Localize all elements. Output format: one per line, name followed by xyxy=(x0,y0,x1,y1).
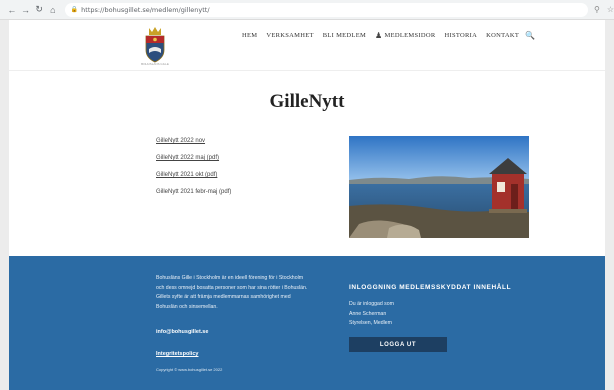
zoom-icon[interactable]: ⚲ xyxy=(594,5,600,14)
star-icon[interactable]: ☆ xyxy=(607,5,614,14)
gillenytt-link-list: GilleNytt 2022 nov GilleNytt 2022 maj (p… xyxy=(156,138,231,206)
forward-arrow-icon[interactable]: → xyxy=(20,3,32,17)
search-icon[interactable]: 🔍 xyxy=(525,31,535,40)
gille-logo[interactable] xyxy=(139,26,171,64)
url-text: https://bohusgillet.se/medlem/gillenytt/ xyxy=(81,5,210,14)
gillenytt-link[interactable]: GilleNytt 2021 okt (pdf) xyxy=(156,172,231,178)
site-footer: Bohusläns Gille i Stockholm är en ideell… xyxy=(9,256,605,390)
login-line: Du är inloggad som xyxy=(349,301,394,307)
menu-item-bli-medlem[interactable]: BLI MEDLEM xyxy=(323,32,366,39)
web-page: BOHUSLÄNS GILLE HEM VERKSAMHET BLI MEDLE… xyxy=(9,20,605,390)
browser-toolbar: ← → ↻ ⌂ 🔒 https://bohusgillet.se/medlem/… xyxy=(0,0,614,20)
person-icon: ♟ xyxy=(375,31,383,40)
privacy-policy-link[interactable]: Integritetspolicy xyxy=(156,351,198,357)
login-heading: INLOGGNING MEDLEMSSKYDDAT INNEHÅLL xyxy=(349,284,512,291)
menu-item-hem[interactable]: HEM xyxy=(242,32,257,39)
menu-item-medlemsidor[interactable]: ♟ MEDLEMSIDOR xyxy=(375,31,435,40)
copyright-text: Copyright © www.bohusgillet.se 2022 xyxy=(156,367,223,372)
site-header: BOHUSLÄNS GILLE HEM VERKSAMHET BLI MEDLE… xyxy=(9,20,605,71)
page-title: GilleNytt xyxy=(269,91,345,112)
about-line: och dess omnejd bosatta personer som har… xyxy=(156,284,308,291)
login-line: Styrelsen, Medlem xyxy=(349,320,392,327)
menu-item-historia[interactable]: HISTORIA xyxy=(445,32,478,39)
about-line: Bohuslän och sinsemellan. xyxy=(156,303,218,310)
about-line: Gillets syfte är att främja medlemmarnas… xyxy=(156,294,291,301)
coastal-photo xyxy=(349,136,529,238)
main-menu: HEM VERKSAMHET BLI MEDLEM ♟ MEDLEMSIDOR … xyxy=(242,31,535,40)
login-status: Du är inloggad som Anne Scherman Styrels… xyxy=(349,300,394,329)
main-content: GilleNytt GilleNytt 2022 nov GilleNytt 2… xyxy=(9,72,605,256)
logo-caption: BOHUSLÄNS GILLE xyxy=(141,62,169,66)
about-line: Bohusläns Gille i Stockholm är en ideell… xyxy=(156,275,304,281)
gillenytt-link[interactable]: GilleNytt 2022 nov xyxy=(156,138,231,144)
menu-item-verksamhet[interactable]: VERKSAMHET xyxy=(266,32,313,39)
gillenytt-link[interactable]: GilleNytt 2021 febr-maj (pdf) xyxy=(156,189,231,195)
home-icon[interactable]: ⌂ xyxy=(47,3,59,17)
logout-button[interactable]: LOGGA UT xyxy=(349,337,447,352)
menu-item-kontakt[interactable]: KONTAKT xyxy=(486,32,519,39)
reload-icon[interactable]: ↻ xyxy=(33,3,45,17)
gillenytt-link[interactable]: GilleNytt 2022 maj (pdf) xyxy=(156,155,231,161)
email-link[interactable]: info@bohusgillet.se xyxy=(156,329,208,335)
about-text: Bohusläns Gille i Stockholm är en ideell… xyxy=(156,274,326,312)
lock-icon: 🔒 xyxy=(70,7,79,13)
address-bar[interactable]: 🔒 https://bohusgillet.se/medlem/gillenyt… xyxy=(64,2,588,17)
menu-item-medlemsidor-label: MEDLEMSIDOR xyxy=(384,32,436,39)
login-line: Anne Scherman xyxy=(349,310,387,317)
back-arrow-icon[interactable]: ← xyxy=(6,3,18,17)
